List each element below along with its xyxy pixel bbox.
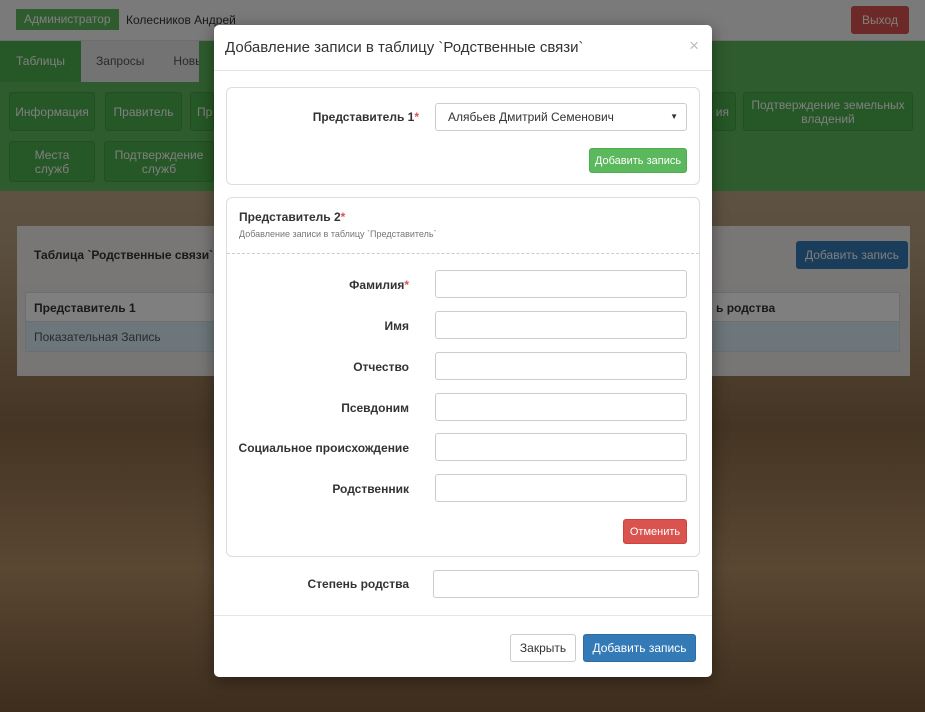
cancel-button[interactable]: Отменить [623,519,687,544]
modal-footer: Закрыть Добавить запись [214,615,712,677]
rep1-label-text: Представитель 1 [312,110,415,124]
chevron-down-icon: ▼ [670,112,678,121]
surname-label: Фамилия* [239,278,409,292]
patronymic-input[interactable] [435,352,687,380]
required-mark: * [340,210,346,224]
rep2-title-text: Представитель 2 [239,210,341,224]
required-mark: * [414,110,419,124]
name-input[interactable] [435,311,687,339]
pseudonym-input[interactable] [435,393,687,421]
surname-label-text: Фамилия [349,278,405,292]
rep2-description: Добавление записи в таблицу `Представите… [239,229,437,239]
patronymic-label: Отчество [353,360,409,374]
rep1-add-button[interactable]: Добавить запись [589,148,687,173]
name-label: Имя [384,319,409,333]
required-mark: * [404,278,409,292]
rep2-title: Представитель 2* [239,210,345,224]
rep1-section: Представитель 1* Алябьев Дмитрий Семенов… [226,87,700,185]
rep2-section: Представитель 2* Добавление записи в таб… [226,197,700,557]
close-button[interactable]: Закрыть [510,634,576,662]
origin-input[interactable] [435,433,687,461]
degree-label: Степень родства [307,577,409,591]
rep1-label: Представитель 1* [257,110,419,124]
relative-label: Родственник [332,482,409,496]
rep2-header: Представитель 2* Добавление записи в таб… [227,198,699,254]
add-record-modal: Добавление записи в таблицу `Родственные… [214,25,712,677]
pseudonym-label: Псевдоним [341,401,409,415]
origin-label: Социальное происхождение [238,441,409,455]
close-icon[interactable]: × [689,36,699,56]
submit-button[interactable]: Добавить запись [583,634,696,662]
rep1-selected-value: Алябьев Дмитрий Семенович [448,110,614,124]
surname-input[interactable] [435,270,687,298]
modal-header: Добавление записи в таблицу `Родственные… [214,25,712,71]
modal-title: Добавление записи в таблицу `Родственные… [225,39,584,56]
rep1-select[interactable]: Алябьев Дмитрий Семенович ▼ [435,103,687,131]
relative-input[interactable] [435,474,687,502]
degree-input[interactable] [433,570,699,598]
